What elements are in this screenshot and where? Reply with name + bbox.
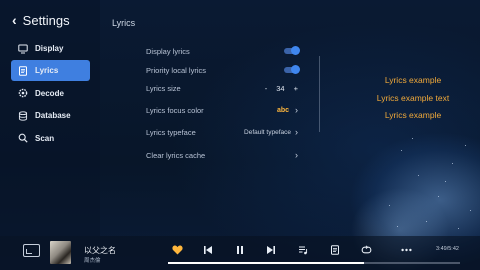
typeface-label: Lyrics typeface — [146, 127, 196, 137]
repeat-button[interactable] — [359, 243, 373, 257]
pause-button[interactable] — [233, 243, 247, 257]
skip-previous-icon — [204, 246, 212, 254]
database-icon — [18, 111, 28, 121]
skip-next-icon — [267, 246, 275, 254]
lyrics-icon — [331, 245, 339, 255]
playlist-icon — [299, 246, 308, 255]
lyrics-size-stepper: - 34 + — [265, 84, 298, 93]
song-title: 以父之名 — [84, 246, 116, 255]
priority-local-row: Priority local lyrics — [146, 63, 300, 77]
chevron-left-icon: ‹ — [12, 12, 17, 28]
sidebar-item-database[interactable]: Database — [11, 105, 90, 126]
previous-button[interactable] — [201, 243, 215, 257]
section-title: Lyrics — [112, 18, 136, 28]
focus-color-label: Lyrics focus color — [146, 105, 204, 115]
lyrics-settings-panel: Lyrics Display lyrics Priority local lyr… — [112, 0, 480, 236]
typeface-row[interactable]: Lyrics typeface Default typeface › — [146, 125, 298, 139]
next-button[interactable] — [264, 243, 278, 257]
progress-fill — [168, 262, 364, 264]
favorite-button[interactable] — [170, 243, 184, 257]
clear-cache-row[interactable]: Clear lyrics cache › — [146, 148, 298, 162]
heart-icon — [171, 245, 183, 255]
search-icon — [18, 133, 28, 143]
display-lyrics-row: Display lyrics — [146, 44, 300, 58]
lyrics-preview-line: Lyrics example — [384, 75, 442, 85]
more-icon — [400, 248, 412, 252]
lyrics-size-value: 34 — [276, 83, 285, 93]
typeface-value: Default typeface — [244, 128, 291, 136]
display-lyrics-label: Display lyrics — [146, 46, 190, 56]
more-button[interactable] — [399, 243, 413, 257]
sidebar-item-lyrics[interactable]: Lyrics — [11, 60, 90, 82]
chevron-right-icon: › — [295, 105, 298, 115]
lyrics-preview-line: Lyrics example — [384, 110, 442, 120]
sidebar: ‹ Settings Display Lyrics Decode Databas… — [0, 0, 100, 236]
lyrics-size-row: Lyrics size - 34 + — [146, 81, 298, 95]
chevron-right-icon: › — [295, 127, 298, 137]
priority-local-toggle[interactable] — [284, 65, 300, 74]
panel-divider — [319, 56, 320, 132]
back-button[interactable]: ‹ Settings — [12, 10, 70, 30]
playback-time: 3:49/5:42 — [436, 246, 459, 252]
sidebar-item-decode[interactable]: Decode — [11, 83, 90, 104]
sidebar-item-display[interactable]: Display — [11, 38, 90, 59]
repeat-icon — [361, 245, 371, 254]
priority-local-label: Priority local lyrics — [146, 65, 207, 75]
sidebar-item-label: Lyrics — [35, 66, 59, 76]
sidebar-item-scan[interactable]: Scan — [11, 128, 90, 149]
lyrics-size-label: Lyrics size — [146, 83, 181, 93]
clear-cache-label: Clear lyrics cache — [146, 150, 206, 160]
lyrics-preview-line: Lyrics example text — [376, 93, 450, 103]
picture-in-picture-icon[interactable] — [23, 244, 40, 257]
sidebar-item-label: Database — [35, 111, 71, 121]
lyrics-button[interactable] — [328, 243, 342, 257]
display-lyrics-toggle[interactable] — [284, 46, 300, 55]
settings-nav: Display Lyrics Decode Database Scan — [11, 38, 90, 150]
focus-color-value: abc — [276, 106, 289, 114]
album-cover[interactable] — [50, 241, 71, 264]
sidebar-item-label: Display — [35, 44, 64, 53]
settings-title: Settings — [22, 12, 70, 28]
sidebar-item-label: Decode — [35, 88, 64, 98]
chevron-right-icon: › — [295, 150, 298, 160]
increase-button[interactable]: + — [294, 84, 298, 93]
lyrics-icon — [19, 66, 27, 76]
artist-name: 周杰倫 — [84, 258, 101, 264]
monitor-icon — [18, 44, 28, 53]
playlist-button[interactable] — [296, 243, 310, 257]
decrease-button[interactable]: - — [265, 84, 268, 93]
sidebar-item-label: Scan — [35, 133, 55, 143]
progress-bar[interactable] — [168, 262, 460, 264]
decode-icon — [18, 88, 28, 98]
focus-color-row[interactable]: Lyrics focus color abc › — [146, 103, 298, 117]
pause-icon — [237, 246, 243, 254]
